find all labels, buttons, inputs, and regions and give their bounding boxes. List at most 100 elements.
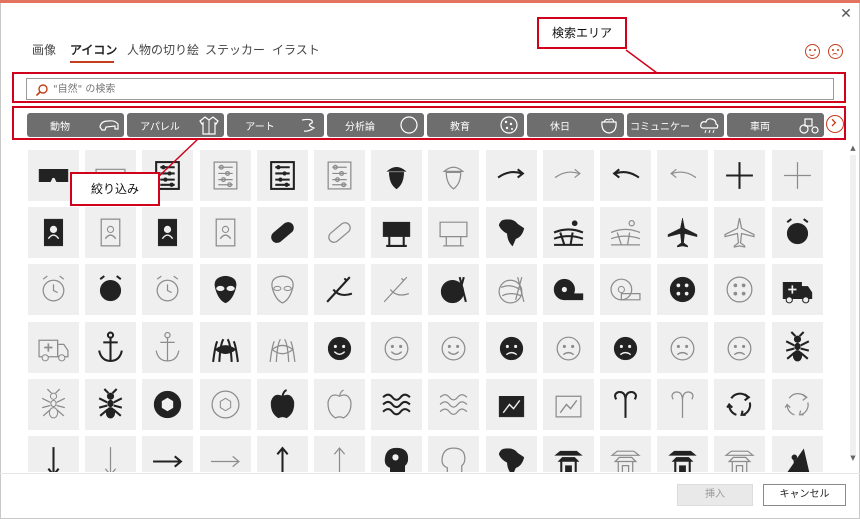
icon-tile[interactable]: [714, 150, 765, 201]
tab-images[interactable]: 画像: [32, 41, 56, 58]
icon-tile[interactable]: [200, 150, 251, 201]
icon-tile[interactable]: [257, 436, 308, 472]
scroll-up-icon[interactable]: ▲: [848, 143, 858, 153]
icon-tile[interactable]: [85, 207, 136, 258]
icon-tile[interactable]: [543, 322, 594, 373]
filter-next-button[interactable]: [826, 115, 844, 133]
icon-tile[interactable]: [714, 379, 765, 430]
tab-stickers[interactable]: ステッカー: [205, 41, 265, 58]
icon-tile[interactable]: [772, 207, 823, 258]
icon-tile[interactable]: [371, 150, 422, 201]
icon-tile[interactable]: [28, 264, 79, 315]
icon-tile[interactable]: [142, 436, 193, 472]
icon-tile[interactable]: [714, 322, 765, 373]
tab-illustrations[interactable]: イラスト: [272, 41, 320, 58]
icon-tile[interactable]: [371, 436, 422, 472]
search-input[interactable]: [53, 81, 823, 97]
icon-tile[interactable]: [600, 322, 651, 373]
close-icon[interactable]: ✕: [838, 6, 854, 22]
icon-tile[interactable]: [314, 207, 365, 258]
icon-tile[interactable]: [486, 436, 537, 472]
icon-tile[interactable]: [314, 322, 365, 373]
icon-tile[interactable]: [486, 150, 537, 201]
filter-chip-communication[interactable]: コミュニケー: [627, 113, 724, 137]
icon-tile[interactable]: [714, 436, 765, 472]
icon-tile[interactable]: [371, 322, 422, 373]
icon-tile[interactable]: [657, 322, 708, 373]
icon-tile[interactable]: [428, 264, 479, 315]
icon-tile[interactable]: [543, 436, 594, 472]
icon-tile[interactable]: [28, 322, 79, 373]
icon-tile[interactable]: [257, 264, 308, 315]
icon-tile[interactable]: [428, 150, 479, 201]
search-field[interactable]: [26, 78, 834, 100]
icon-tile[interactable]: [200, 379, 251, 430]
icon-tile[interactable]: [28, 379, 79, 430]
icon-tile[interactable]: [657, 150, 708, 201]
filter-chip-animals[interactable]: 動物: [27, 113, 124, 137]
filter-chip-education[interactable]: 教育: [427, 113, 524, 137]
icon-tile[interactable]: [371, 264, 422, 315]
icon-tile[interactable]: [657, 207, 708, 258]
filter-chip-art[interactable]: アート: [227, 113, 324, 137]
icon-tile[interactable]: [257, 150, 308, 201]
icon-tile[interactable]: [28, 436, 79, 472]
icon-tile[interactable]: [28, 207, 79, 258]
icon-tile[interactable]: [486, 264, 537, 315]
icon-tile[interactable]: [428, 322, 479, 373]
icon-tile[interactable]: [428, 436, 479, 472]
scroll-down-icon[interactable]: ▼: [848, 453, 858, 463]
icon-tile[interactable]: [85, 322, 136, 373]
icon-tile[interactable]: [85, 379, 136, 430]
icon-tile[interactable]: [600, 150, 651, 201]
icon-tile[interactable]: [200, 207, 251, 258]
icon-tile[interactable]: [85, 264, 136, 315]
scroll-thumb[interactable]: [850, 155, 856, 455]
icon-tile[interactable]: [314, 264, 365, 315]
icon-tile[interactable]: [772, 150, 823, 201]
icon-tile[interactable]: [657, 379, 708, 430]
icon-tile[interactable]: [314, 150, 365, 201]
icon-tile[interactable]: [772, 379, 823, 430]
icon-tile[interactable]: [200, 264, 251, 315]
filter-chip-vehicles[interactable]: 車両: [727, 113, 824, 137]
icon-tile[interactable]: [600, 207, 651, 258]
icon-tile[interactable]: [142, 322, 193, 373]
tab-cutout-people[interactable]: 人物の切り絵: [127, 41, 199, 58]
icon-tile[interactable]: [657, 264, 708, 315]
icon-tile[interactable]: [428, 379, 479, 430]
icon-tile[interactable]: [428, 207, 479, 258]
filter-chip-apparel[interactable]: アパレル: [127, 113, 224, 137]
icon-tile[interactable]: [714, 264, 765, 315]
grid-scrollbar[interactable]: ▲ ▼: [848, 143, 858, 473]
icon-tile[interactable]: [257, 379, 308, 430]
icon-tile[interactable]: [257, 322, 308, 373]
icon-tile[interactable]: [142, 379, 193, 430]
icon-tile[interactable]: [543, 264, 594, 315]
icon-tile[interactable]: [142, 207, 193, 258]
icon-tile[interactable]: [543, 150, 594, 201]
icon-tile[interactable]: [371, 207, 422, 258]
icon-tile[interactable]: [486, 322, 537, 373]
icon-tile[interactable]: [543, 207, 594, 258]
icon-tile[interactable]: [772, 264, 823, 315]
icon-tile[interactable]: [600, 264, 651, 315]
icon-tile[interactable]: [772, 436, 823, 472]
icon-tile[interactable]: [714, 207, 765, 258]
icon-tile[interactable]: [200, 436, 251, 472]
icon-tile[interactable]: [257, 207, 308, 258]
filter-chip-holidays[interactable]: 休日: [527, 113, 624, 137]
icon-tile[interactable]: [371, 379, 422, 430]
smile-feedback-icon[interactable]: [805, 44, 820, 59]
icon-tile[interactable]: [142, 264, 193, 315]
icon-tile[interactable]: [600, 379, 651, 430]
frown-feedback-icon[interactable]: [828, 44, 843, 59]
tab-icons[interactable]: アイコン: [70, 41, 117, 58]
icon-tile[interactable]: [314, 379, 365, 430]
cancel-button[interactable]: キャンセル: [763, 484, 846, 506]
icon-tile[interactable]: [314, 436, 365, 472]
icon-tile[interactable]: [200, 322, 251, 373]
icon-tile[interactable]: [486, 379, 537, 430]
icon-tile[interactable]: [657, 436, 708, 472]
icon-tile[interactable]: [543, 379, 594, 430]
